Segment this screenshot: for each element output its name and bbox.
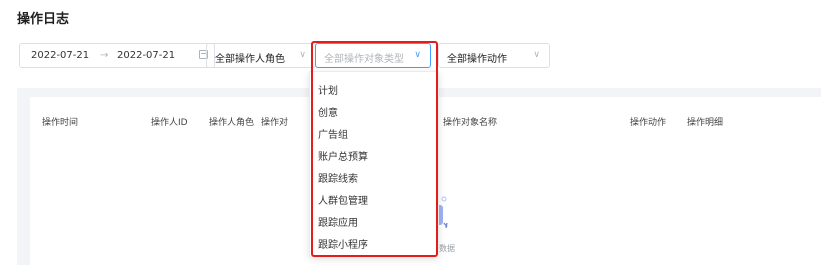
dropdown-option[interactable]: 计划 <box>318 82 338 97</box>
dropdown-option[interactable]: 创意 <box>318 104 338 119</box>
column-header: 操作时间 <box>42 118 79 128</box>
role-select-value: 全部操作人角色 <box>215 54 285 65</box>
action-select[interactable]: 全部操作动作 ∨ <box>438 43 550 68</box>
column-header: 操作明细 <box>687 118 724 128</box>
chevron-down-icon: ∨ <box>299 50 306 60</box>
dropdown-option[interactable]: 跟踪小程序 <box>318 236 368 251</box>
object-type-dropdown: 计划 创意 广告组 账户总预算 跟踪线索 人群包管理 跟踪应用 跟踪小程序 <box>309 71 439 257</box>
start-date[interactable]: 2022-07-21 <box>31 50 89 61</box>
dropdown-option[interactable]: 人群包管理 <box>318 192 368 207</box>
dropdown-option[interactable]: 跟踪线索 <box>318 170 358 185</box>
dropdown-option[interactable]: 跟踪应用 <box>318 214 358 229</box>
column-header: 操作动作 <box>630 118 667 128</box>
column-header: 操作对象名称 <box>443 118 498 128</box>
end-date[interactable]: 2022-07-21 <box>117 50 175 61</box>
page-title: 操作日志 <box>17 12 70 27</box>
column-header: 操作人角色 <box>209 118 255 128</box>
object-type-select-placeholder: 全部操作对象类型 <box>324 54 404 65</box>
column-header: 操作对 <box>261 118 289 128</box>
chevron-down-icon: ∨ <box>414 50 421 60</box>
dropdown-option[interactable]: 广告组 <box>318 126 348 141</box>
action-select-value: 全部操作动作 <box>447 54 507 65</box>
object-type-select[interactable]: 全部操作对象类型 ∨ <box>315 43 431 68</box>
column-header: 操作人ID <box>151 118 188 128</box>
date-range-picker[interactable]: 2022-07-21 → 2022-07-21 <box>19 43 215 68</box>
role-select[interactable]: 全部操作人角色 ∨ <box>206 43 316 68</box>
dropdown-option[interactable]: 账户总预算 <box>318 148 368 163</box>
chevron-down-icon: ∨ <box>533 50 540 60</box>
range-arrow-icon: → <box>100 50 109 61</box>
